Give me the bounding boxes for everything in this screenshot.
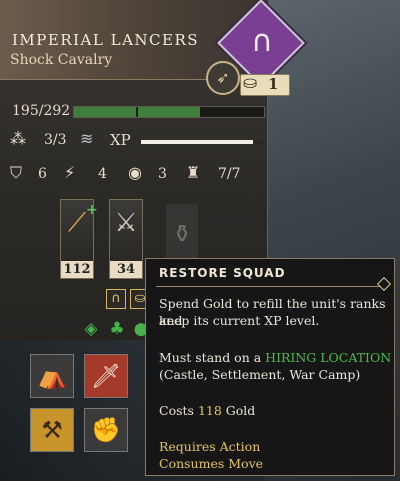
defense-value: 6 bbox=[38, 166, 47, 182]
cost-value: 118 bbox=[197, 403, 222, 418]
spear-icon: ⟋ bbox=[67, 208, 87, 238]
squad-count: 3/3 bbox=[44, 132, 67, 148]
restore-squad-button[interactable]: ⚒ bbox=[30, 408, 74, 452]
xp-chevron-icon: ≋ bbox=[80, 129, 94, 148]
forest-trait-icon[interactable]: ♣ bbox=[106, 318, 128, 340]
morale-value: 7/7 bbox=[218, 166, 241, 182]
tooltip-divider bbox=[156, 286, 384, 287]
gold-coins-icon: ⛀ bbox=[243, 73, 258, 93]
tier-count: 1 bbox=[268, 75, 279, 93]
strength-action-button[interactable]: ✊ bbox=[84, 408, 128, 452]
xp-label: XP bbox=[110, 131, 131, 149]
diamond-icon bbox=[376, 276, 392, 292]
restore-squad-tooltip: RESTORE SQUAD Spend Gold to refill the u… bbox=[145, 258, 395, 476]
hiring-location-link: HIRING LOCATION bbox=[265, 350, 392, 365]
tooltip-locations: (Castle, Settlement, War Camp) bbox=[159, 367, 361, 382]
consumes-move: Consumes Move bbox=[159, 456, 264, 471]
hp-bar-fill bbox=[74, 107, 201, 117]
unit-type: Shock Cavalry bbox=[10, 52, 113, 68]
squad-icon: ⁂ bbox=[10, 129, 26, 148]
weapon-value: 112 bbox=[61, 261, 93, 278]
weapon-slot-spear[interactable]: + ⟋ 112 bbox=[60, 199, 98, 279]
tooltip-requirement: Must stand on a HIRING LOCATION bbox=[159, 350, 392, 365]
spear-ability-icon[interactable]: ➶ bbox=[206, 61, 240, 95]
sword-icon: ⚔ bbox=[114, 208, 138, 238]
movement-value: 4 bbox=[98, 166, 107, 182]
horseshoe-icon: ∩ bbox=[251, 24, 273, 59]
weapon-value: 34 bbox=[110, 261, 142, 278]
attack-action-button[interactable]: 🗡 bbox=[84, 354, 128, 398]
terrain-trait-icon[interactable]: ◈ bbox=[80, 318, 102, 340]
hp-value: 195/292 bbox=[12, 103, 71, 119]
horseshoe-trait-icon[interactable]: ∩ bbox=[106, 289, 126, 309]
winged-boot-icon: ⚡ bbox=[64, 163, 76, 182]
empty-item-slot[interactable]: ⚱ bbox=[166, 204, 198, 264]
weapon-slot-sword[interactable]: ⚔ 34 bbox=[109, 199, 143, 279]
tower-icon: ♜ bbox=[186, 163, 201, 182]
vision-value: 3 bbox=[158, 166, 167, 182]
requires-action: Requires Action bbox=[159, 439, 261, 454]
shield-icon: ⛉ bbox=[10, 163, 23, 182]
tooltip-desc-2: keep its current XP level. bbox=[159, 313, 320, 328]
tooltip-cost: Costs 118 Gold bbox=[159, 403, 256, 418]
unit-name: IMPERIAL LANCERS bbox=[12, 31, 200, 49]
eye-icon: ◉ bbox=[128, 163, 142, 182]
tooltip-title: RESTORE SQUAD bbox=[159, 266, 286, 280]
xp-bar-fill bbox=[141, 140, 253, 144]
camp-action-button[interactable]: ⛺ bbox=[30, 354, 74, 398]
xp-bar bbox=[141, 140, 265, 144]
hp-bar bbox=[73, 106, 265, 118]
